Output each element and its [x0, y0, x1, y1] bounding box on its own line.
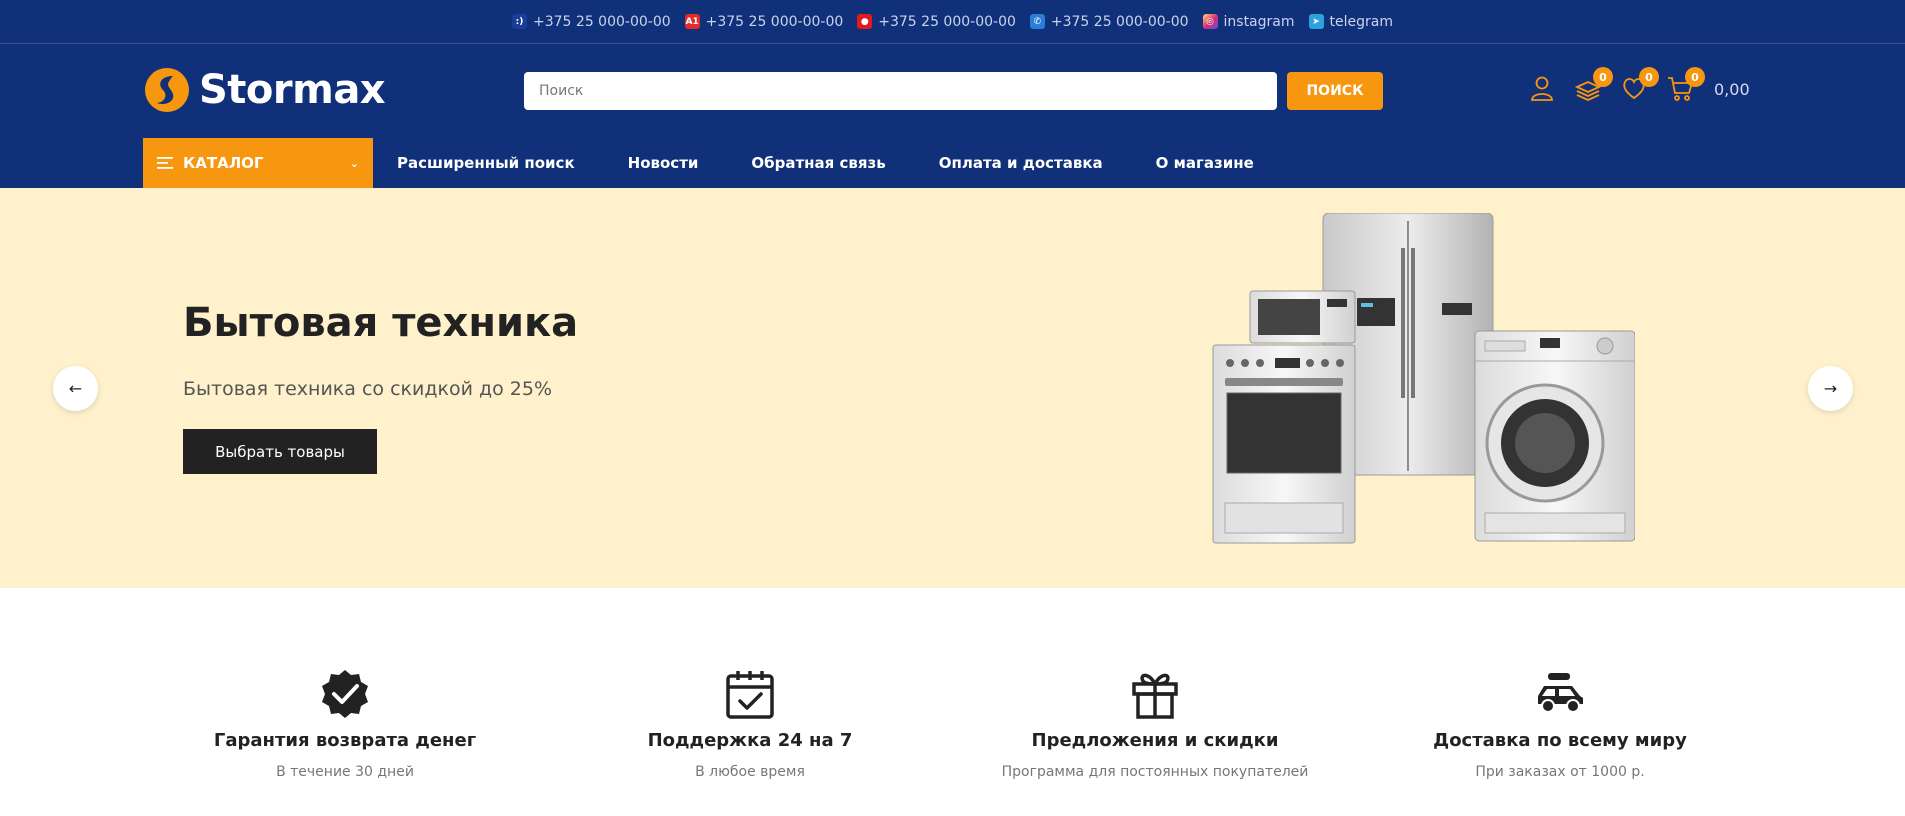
hero-slider: ← Бытовая техника Бытовая техника со ски…	[0, 188, 1905, 588]
compare-button[interactable]: 0	[1574, 67, 1613, 104]
cart-button[interactable]: 0	[1666, 67, 1705, 104]
contact-label: +375 25 000-00-00	[533, 13, 671, 30]
mts-red-icon: ●	[857, 14, 873, 29]
contact-telegram[interactable]: ➤ telegram	[1308, 13, 1393, 30]
a1-icon: A1	[684, 14, 700, 29]
contact-label: +375 25 000-00-00	[1050, 13, 1189, 30]
search-form: ПОИСК	[524, 72, 1383, 110]
hero-title: Бытовая техника	[183, 300, 579, 346]
appliances-image	[1212, 213, 1635, 544]
user-icon	[1531, 76, 1553, 101]
chevron-down-icon: ⌄	[349, 156, 359, 170]
catalog-label: КАТАЛОГ	[183, 154, 264, 172]
cart-total[interactable]: 0,00	[1714, 80, 1750, 99]
feature-title: Гарантия возврата денег	[213, 730, 477, 751]
header-actions: 0 0 0 0,00	[1528, 67, 1750, 104]
feature-money-back: Гарантия возврата денег В течение 30 дне…	[180, 668, 510, 780]
compare-count-badge: 0	[1593, 67, 1613, 87]
contact-label: telegram	[1329, 13, 1393, 30]
nav-link-about[interactable]: О магазине	[1156, 154, 1254, 172]
account-button[interactable]	[1528, 74, 1558, 104]
instagram-icon: ◎	[1202, 14, 1218, 29]
contact-label: instagram	[1223, 13, 1295, 30]
arrow-right-icon: →	[1823, 379, 1838, 398]
brand-name: Stormax	[199, 67, 386, 113]
nav-link-news[interactable]: Новости	[628, 154, 699, 172]
nav-link-feedback[interactable]: Обратная связь	[751, 154, 885, 172]
feature-title: Предложения и скидки	[1031, 730, 1279, 751]
wishlist-count-badge: 0	[1639, 67, 1659, 87]
slider-next-button[interactable]: →	[1808, 366, 1853, 411]
hero-subtitle: Бытовая техника со скидкой до 25%	[183, 378, 553, 400]
slider-prev-button[interactable]: ←	[53, 366, 98, 411]
arrow-left-icon: ←	[68, 379, 83, 398]
search-input[interactable]	[524, 72, 1277, 110]
nav-link-advanced-search[interactable]: Расширенный поиск	[397, 154, 575, 172]
phone-icon: ✆	[1029, 14, 1045, 29]
nav-link-payment-delivery[interactable]: Оплата и доставка	[939, 154, 1103, 172]
check-badge-icon	[322, 670, 368, 718]
contact-mts[interactable]: :) +375 25 000-00-00	[512, 14, 671, 30]
contact-label: +375 25 000-00-00	[878, 13, 1016, 30]
car-icon	[1538, 673, 1583, 713]
wishlist-button[interactable]: 0	[1620, 67, 1659, 104]
hero-cta-button[interactable]: Выбрать товары	[183, 429, 377, 474]
feature-subtitle: В любое время	[695, 764, 805, 780]
feature-offers: Предложения и скидки Программа для посто…	[990, 668, 1320, 780]
nav-links: Расширенный поиск Новости Обратная связь…	[397, 138, 1254, 188]
site-header: Stormax ПОИСК 0 0 0 0,0	[0, 44, 1905, 188]
contact-a1[interactable]: A1 +375 25 000-00-00	[684, 13, 844, 30]
contact-phone[interactable]: ✆ +375 25 000-00-00	[1029, 13, 1189, 30]
gift-icon	[1132, 673, 1178, 719]
feature-title: Доставка по всему миру	[1433, 730, 1687, 751]
feature-subtitle: В течение 30 дней	[276, 764, 414, 780]
logo[interactable]: Stormax	[143, 66, 386, 114]
search-button[interactable]: ПОИСК	[1287, 72, 1383, 110]
feature-subtitle: Программа для постоянных покупателей	[1001, 764, 1309, 780]
mts-icon: :)	[512, 14, 528, 29]
feature-title: Поддержка 24 на 7	[647, 730, 853, 751]
contact-label: +375 25 000-00-00	[705, 13, 844, 30]
feature-delivery: Доставка по всему миру При заказах от 10…	[1395, 668, 1725, 780]
feature-support: Поддержка 24 на 7 В любое время	[585, 668, 915, 780]
main-nav: КАТАЛОГ ⌄ Расширенный поиск Новости Обра…	[143, 138, 1254, 188]
telegram-icon: ➤	[1308, 14, 1324, 29]
logo-icon	[145, 68, 189, 112]
cart-count-badge: 0	[1685, 67, 1705, 87]
contact-mts-red[interactable]: ● +375 25 000-00-00	[857, 14, 1016, 30]
contact-instagram[interactable]: ◎ instagram	[1202, 13, 1295, 30]
feature-subtitle: При заказах от 1000 р.	[1475, 764, 1645, 780]
catalog-button[interactable]: КАТАЛОГ ⌄	[143, 138, 373, 188]
menu-icon	[157, 157, 173, 169]
features-section: Гарантия возврата денег В течение 30 дне…	[0, 588, 1905, 816]
calendar-icon	[726, 671, 774, 719]
contacts-bar: :) +375 25 000-00-00 A1 +375 25 000-00-0…	[0, 0, 1905, 44]
